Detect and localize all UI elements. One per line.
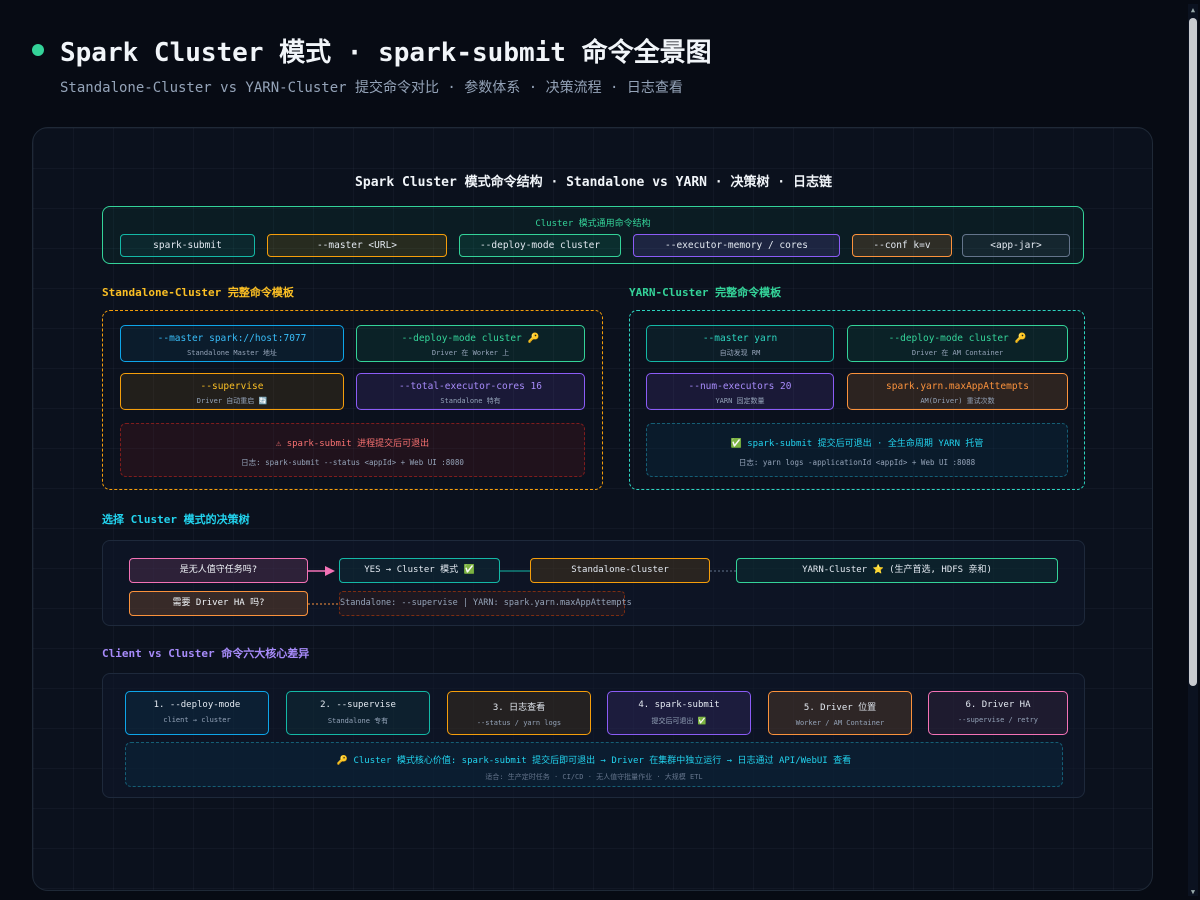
pill-master: --master <URL>	[267, 234, 447, 257]
diff-card-deploy-mode: 1. --deploy-mode client → cluster	[125, 691, 269, 735]
yarn-info-title: ✅ spark-submit 提交后可退出 · 全生命周期 YARN 托管	[730, 439, 984, 449]
yarn-cell-master: --master yarn 自动发现 RM	[646, 325, 834, 362]
standalone-cell-deploy-mode: --deploy-mode cluster 🔑 Driver 在 Worker …	[356, 325, 585, 362]
diffs-panel: 1. --deploy-mode client → cluster 2. --s…	[102, 673, 1085, 798]
diagram-title: Spark Cluster 模式命令结构 · Standalone vs YAR…	[355, 175, 832, 190]
decision-tree-panel: 是无人值守任务吗? YES → Cluster 模式 ✅ Standalone-…	[102, 540, 1085, 626]
pill-spark-submit: spark-submit	[120, 234, 255, 257]
scroll-up-arrow-icon[interactable]: ▲	[1189, 6, 1197, 14]
diffs-section-label: Client vs Cluster 命令六大核心差异	[102, 647, 310, 660]
standalone-cell-total-cores: --total-executor-cores 16 Standalone 特有	[356, 373, 585, 410]
decision-standalone-node: Standalone-Cluster	[530, 558, 710, 583]
header-status-dot	[32, 44, 44, 56]
scrollbar-thumb[interactable]	[1189, 18, 1197, 686]
decision-section-label: 选择 Cluster 模式的决策树	[102, 513, 250, 526]
diff-card-driver-ha: 6. Driver HA --supervise / retry	[928, 691, 1068, 735]
standalone-info-title: ⚠ spark-submit 进程提交后可退出	[275, 439, 430, 449]
standalone-cell-supervise: --supervise Driver 自动重启 🔄	[120, 373, 344, 410]
yarn-section-label: YARN-Cluster 完整命令模板	[629, 286, 782, 299]
page-subtitle: Standalone-Cluster vs YARN-Cluster 提交命令对…	[60, 80, 683, 96]
core-value-box: 🔑 Cluster 模式核心价值: spark-submit 提交后即可退出 →…	[125, 742, 1063, 787]
standalone-info-box: ⚠ spark-submit 进程提交后可退出 日志: spark-submit…	[120, 423, 585, 477]
decision-yarn-node: YARN-Cluster ⭐ (生产首选, HDFS 亲和)	[736, 558, 1058, 583]
decision-q1-node: 是无人值守任务吗?	[129, 558, 308, 583]
decision-ha-answer: Standalone: --supervise | YARN: spark.ya…	[339, 591, 632, 616]
core-value-title: 🔑 Cluster 模式核心价值: spark-submit 提交后即可退出 →…	[336, 756, 852, 766]
standalone-section-label: Standalone-Cluster 完整命令模板	[102, 286, 294, 299]
pill-conf: --conf k=v	[852, 234, 952, 257]
core-value-sub: 适合: 生产定时任务 · CI/CD · 无人值守批量作业 · 大规模 ETL	[485, 773, 703, 781]
common-command-structure: Cluster 模式通用命令结构 spark-submit --master <…	[102, 206, 1084, 264]
diff-card-driver-location: 5. Driver 位置 Worker / AM Container	[768, 691, 912, 735]
diff-card-supervise: 2. --supervise Standalone 专有	[286, 691, 430, 735]
yarn-cell-max-attempts: spark.yarn.maxAppAttempts AM(Driver) 重试次…	[847, 373, 1068, 410]
page-title: Spark Cluster 模式 · spark-submit 命令全景图	[60, 38, 712, 68]
diff-card-logs: 3. 日志查看 --status / yarn logs	[447, 691, 591, 735]
yarn-cell-num-executors: --num-executors 20 YARN 固定数量	[646, 373, 834, 410]
standalone-info-sub: 日志: spark-submit --status <appId> + Web …	[241, 458, 464, 467]
pill-executor-memory: --executor-memory / cores	[633, 234, 840, 257]
standalone-cell-master: --master spark://host:7077 Standalone Ma…	[120, 325, 344, 362]
yarn-cell-deploy-mode: --deploy-mode cluster 🔑 Driver 在 AM Cont…	[847, 325, 1068, 362]
decision-yes-node: YES → Cluster 模式 ✅	[339, 558, 500, 583]
pill-deploy-mode: --deploy-mode cluster	[459, 234, 621, 257]
scroll-down-arrow-icon[interactable]: ▼	[1189, 888, 1197, 896]
common-structure-title: Cluster 模式通用命令结构	[535, 219, 651, 229]
decision-q2-node: 需要 Driver HA 吗?	[129, 591, 308, 616]
standalone-template-group: --master spark://host:7077 Standalone Ma…	[102, 310, 603, 490]
yarn-info-sub: 日志: yarn logs -applicationId <appId> + W…	[738, 458, 976, 467]
diff-card-spark-submit: 4. spark-submit 提交后可退出 ✅	[607, 691, 751, 735]
diagram-panel: Spark Cluster 模式命令结构 · Standalone vs YAR…	[32, 127, 1153, 891]
yarn-info-box: ✅ spark-submit 提交后可退出 · 全生命周期 YARN 托管 日志…	[646, 423, 1068, 477]
yarn-template-group: --master yarn 自动发现 RM --deploy-mode clus…	[629, 310, 1085, 490]
pill-app-jar: <app-jar>	[962, 234, 1070, 257]
